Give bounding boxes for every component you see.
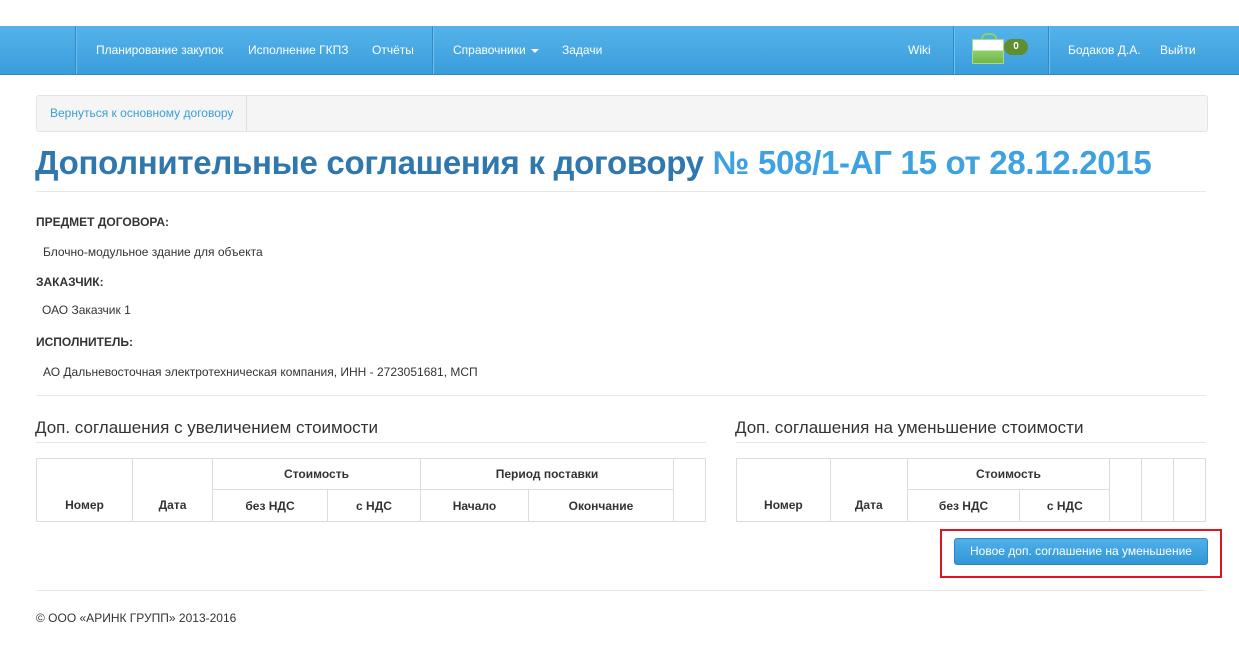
col-header-cost-no-vat: без НДС	[906, 489, 1021, 522]
col-header-extra-2	[1141, 458, 1175, 522]
customer-label: ЗАКАЗЧИК:	[36, 275, 104, 289]
divider	[36, 191, 1206, 192]
col-header-cost: Стоимость	[906, 458, 1111, 490]
col-header-date: Дата	[132, 458, 213, 522]
contract-subject-value: Блочно-модульное здание для объекта	[43, 245, 263, 259]
nav-item-reports[interactable]: Отчёты	[372, 26, 414, 74]
nav-item-gkpz-execution[interactable]: Исполнение ГКПЗ	[248, 26, 349, 74]
increase-section-title: Доп. соглашения с увеличением стоимости	[35, 418, 378, 437]
increase-agreements-table: Номер Дата Стоимость Период поставки без…	[36, 458, 706, 522]
col-header-cost: Стоимость	[212, 458, 421, 490]
col-header-extra-3	[1173, 458, 1206, 522]
col-header-number: Номер	[36, 458, 133, 522]
nav-separator	[432, 26, 433, 74]
caret-down-icon	[530, 48, 539, 53]
nav-logout[interactable]: Выйти	[1160, 26, 1196, 74]
contract-subject-label: ПРЕДМЕТ ДОГОВОРА:	[36, 215, 170, 229]
page-title-main: Дополнительные соглашения к договору	[35, 144, 704, 181]
col-header-period-start: Начало	[420, 489, 529, 522]
col-header-cost-with-vat: с НДС	[1019, 489, 1111, 522]
nav-separator	[1048, 26, 1049, 74]
nav-item-procurement-planning[interactable]: Планирование закупок	[96, 26, 223, 74]
divider	[36, 395, 1206, 396]
col-header-actions	[673, 458, 706, 522]
page-title: Дополнительные соглашения к договору № 5…	[35, 140, 1152, 186]
section-underline	[36, 442, 706, 443]
col-header-extra-1	[1109, 458, 1143, 522]
col-header-period-end: Окончание	[528, 489, 674, 522]
customer-value: ОАО Заказчик 1	[42, 303, 131, 317]
col-header-number: Номер	[736, 458, 831, 522]
back-to-main-contract-link[interactable]: Вернуться к основному договору	[37, 96, 248, 131]
decrease-agreements-table: Номер Дата Стоимость без НДС с НДС	[736, 458, 1206, 522]
nav-item-tasks[interactable]: Задачи	[562, 26, 602, 74]
nav-separator	[75, 26, 76, 74]
contractor-label: ИСПОЛНИТЕЛЬ:	[36, 335, 134, 349]
breadcrumb: Вернуться к основному договору	[36, 95, 1208, 132]
footer-divider	[36, 590, 1206, 591]
contractor-value: АО Дальневосточная электротехническая ко…	[43, 365, 478, 379]
section-underline	[736, 442, 1206, 443]
nav-separator	[953, 26, 954, 74]
nav-dropdown-directories[interactable]: Справочники	[453, 26, 539, 74]
shopping-bag-icon	[972, 39, 1004, 64]
top-navbar: Планирование закупок Исполнение ГКПЗ Отч…	[0, 26, 1239, 75]
nav-user-name[interactable]: Бодаков Д.А.	[1068, 26, 1141, 74]
col-header-delivery-period: Период поставки	[420, 458, 674, 490]
nav-dropdown-label: Справочники	[453, 43, 526, 57]
col-header-cost-with-vat: с НДС	[327, 489, 421, 522]
col-header-date: Дата	[829, 458, 908, 522]
cart-count-badge: 0	[1004, 39, 1028, 55]
new-decrease-agreement-button[interactable]: Новое доп. соглашение на уменьшение	[954, 538, 1208, 565]
decrease-section-title: Доп. соглашения на уменьшение стоимости	[735, 418, 1084, 437]
footer-copyright: © ООО «АРИНК ГРУПП» 2013-2016	[36, 611, 237, 625]
cart-button[interactable]: 0	[972, 32, 1032, 68]
page-title-contract-number: № 508/1-АГ 15 от 28.12.2015	[712, 144, 1152, 181]
col-header-cost-no-vat: без НДС	[212, 489, 328, 522]
nav-item-wiki[interactable]: Wiki	[908, 26, 931, 74]
